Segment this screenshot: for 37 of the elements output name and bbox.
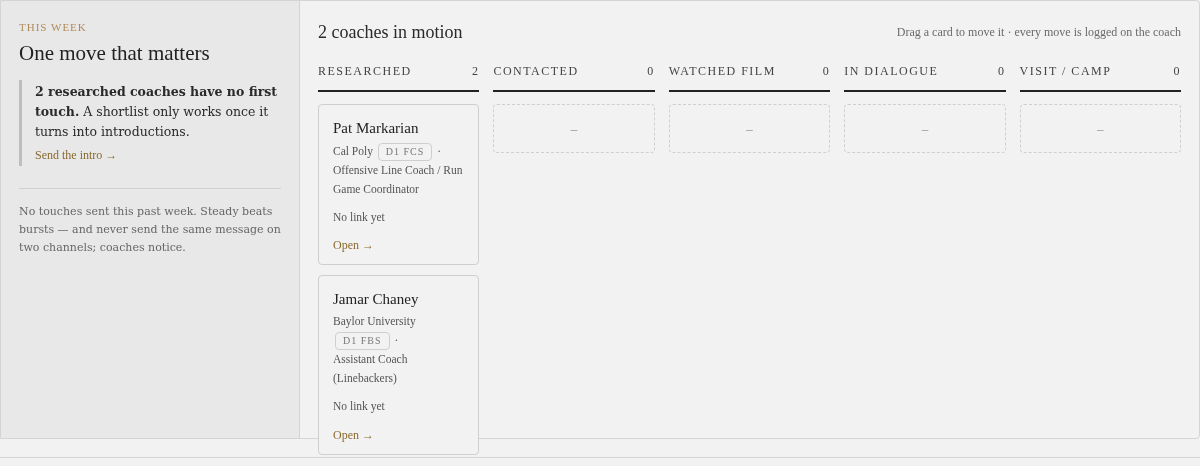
- separator-dot: ·: [394, 334, 399, 347]
- section-title: One move that matters: [19, 39, 211, 66]
- coach-role: Offensive Line Coach / Run Game Coordinator: [333, 162, 464, 197]
- link-status: No link yet: [333, 399, 386, 415]
- board-hint: Drag a card to move it · every move is logged on the coach: [896, 24, 1181, 41]
- column-label: RESEARCHED: [318, 63, 412, 80]
- empty-drop-zone: –: [844, 104, 1006, 153]
- coach-school: Cal Poly: [333, 144, 373, 157]
- coach-name: Jamar Chaney: [333, 289, 420, 309]
- column-count: 2: [471, 63, 480, 80]
- link-status: No link yet: [333, 209, 386, 226]
- coach-role: Assistant Coach (Linebackers): [333, 352, 409, 387]
- send-intro-link[interactable]: Send the intro →: [35, 145, 118, 164]
- coach-school: Baylor University: [333, 315, 416, 328]
- callout-text: 2 researched coaches have no first touch. A shortlist only works once it turns into introductions.: [35, 82, 279, 141]
- division-badge: D1 FBS: [335, 332, 390, 351]
- column-count: 0: [1173, 63, 1181, 80]
- coach-name: Pat Markarian: [333, 119, 420, 138]
- column-label: WATCHED FILM: [668, 63, 776, 80]
- column-count: 0: [647, 63, 655, 80]
- empty-drop-zone: –: [493, 104, 655, 153]
- board-title: 2 coaches in motion: [318, 21, 463, 44]
- advice-text: No touches sent this past week. Steady beats bursts — and never send the same message on two channels; coaches notice.: [19, 203, 281, 256]
- column-label: CONTACTED: [493, 63, 579, 80]
- column-label: IN DIALOGUE: [844, 63, 939, 80]
- column-label: VISIT / CAMP: [1019, 63, 1112, 80]
- column-count: 0: [822, 63, 831, 80]
- open-link[interactable]: Open →: [333, 235, 374, 254]
- separator-dot: ·: [437, 144, 442, 157]
- coach-card[interactable]: Jamar Chaney Baylor University D1 FBS · Assistant Coach (Linebackers) No link yet Open →: [318, 274, 480, 455]
- empty-drop-zone: –: [668, 104, 831, 153]
- section-eyebrow: THIS WEEK: [19, 20, 88, 35]
- coach-card[interactable]: Pat Markarian Cal Poly D1 FCS · Offensive Line Coach / Run Game Coordinator No link yet Open →: [318, 104, 480, 265]
- column-count: 0: [998, 63, 1006, 80]
- empty-drop-zone: –: [1019, 104, 1181, 153]
- division-badge: D1 FCS: [377, 142, 433, 161]
- open-link[interactable]: Open →: [333, 425, 374, 444]
